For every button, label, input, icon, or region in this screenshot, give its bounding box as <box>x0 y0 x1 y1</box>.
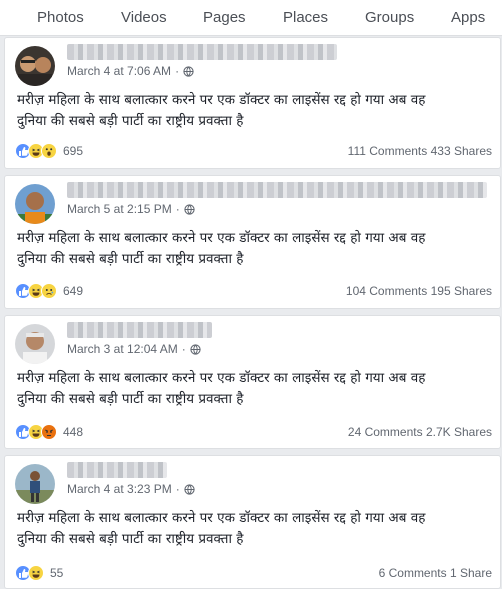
laughing-face-icon <box>28 565 44 581</box>
search-filter-tabs: Photos Videos Pages Places Groups Apps <box>0 0 502 36</box>
tab-pages[interactable]: Pages <box>203 9 246 26</box>
comments-link[interactable]: 6 Comments <box>379 566 447 580</box>
comments-link[interactable]: 104 Comments <box>346 284 427 298</box>
post-card: March 5 at 2:15 PM · मरीज़ महिला के साथ … <box>4 175 501 309</box>
comments-link[interactable]: 111 Comments <box>348 144 428 158</box>
engagement-counts: 104 Comments 195 Shares <box>346 284 492 298</box>
sad-face-icon <box>41 283 57 299</box>
post-card: March 4 at 7:06 AM · मरीज़ महिला के साथ … <box>4 37 501 169</box>
post-meta: March 3 at 12:04 AM · <box>67 342 201 356</box>
post-card: March 3 at 12:04 AM · मरीज़ महिला के साथ… <box>4 315 501 449</box>
post-meta: March 4 at 7:06 AM · <box>67 64 194 78</box>
angry-face-icon <box>41 424 57 440</box>
shares-link[interactable]: 2.7K Shares <box>426 425 492 439</box>
reaction-count[interactable]: 649 <box>63 284 83 298</box>
reaction-summary[interactable]: 448 <box>15 424 83 440</box>
reaction-count[interactable]: 55 <box>50 566 63 580</box>
engagement-counts: 6 Comments 1 Share <box>379 566 492 580</box>
timestamp-link[interactable]: March 3 at 12:04 AM <box>67 342 178 356</box>
shares-link[interactable]: 1 Share <box>450 566 492 580</box>
tab-photos[interactable]: Photos <box>37 9 84 26</box>
avatar[interactable] <box>15 324 55 364</box>
author-name-blurred[interactable] <box>67 44 337 60</box>
tab-groups[interactable]: Groups <box>365 9 414 26</box>
globe-icon[interactable] <box>184 483 195 495</box>
tab-apps[interactable]: Apps <box>451 9 485 26</box>
globe-icon[interactable] <box>190 343 201 355</box>
globe-icon[interactable] <box>183 65 194 77</box>
shares-link[interactable]: 195 Shares <box>431 284 492 298</box>
author-name-blurred[interactable] <box>67 322 212 338</box>
author-name-blurred[interactable] <box>67 462 167 478</box>
post-text: मरीज़ महिला के साथ बलात्कार करने पर एक ड… <box>17 510 426 547</box>
timestamp-link[interactable]: March 4 at 3:23 PM <box>67 482 172 496</box>
avatar[interactable] <box>15 184 55 224</box>
engagement-counts: 24 Comments 2.7K Shares <box>348 425 492 439</box>
reaction-summary[interactable]: 55 <box>15 565 63 581</box>
post-card: March 4 at 3:23 PM · मरीज़ महिला के साथ … <box>4 455 501 589</box>
tab-videos[interactable]: Videos <box>121 9 167 26</box>
timestamp-link[interactable]: March 4 at 7:06 AM <box>67 64 171 78</box>
tab-places[interactable]: Places <box>283 9 328 26</box>
avatar[interactable] <box>15 464 55 504</box>
reaction-summary[interactable]: 695 <box>15 143 83 159</box>
reaction-count[interactable]: 448 <box>63 425 83 439</box>
globe-icon[interactable] <box>184 203 195 215</box>
shares-link[interactable]: 433 Shares <box>431 144 492 158</box>
comments-link[interactable]: 24 Comments <box>348 425 423 439</box>
reaction-summary[interactable]: 649 <box>15 283 83 299</box>
post-meta: March 5 at 2:15 PM · <box>67 202 195 216</box>
post-meta: March 4 at 3:23 PM · <box>67 482 195 496</box>
surprised-face-icon <box>41 143 57 159</box>
post-text: मरीज़ महिला के साथ बलात्कार करने पर एक ड… <box>17 230 426 267</box>
timestamp-link[interactable]: March 5 at 2:15 PM <box>67 202 172 216</box>
engagement-counts: 111 Comments 433 Shares <box>348 144 492 158</box>
author-name-blurred[interactable] <box>67 182 487 198</box>
post-text: मरीज़ महिला के साथ बलात्कार करने पर एक ड… <box>17 370 426 407</box>
post-text: मरीज़ महिला के साथ बलात्कार करने पर एक ड… <box>17 92 426 129</box>
reaction-count[interactable]: 695 <box>63 144 83 158</box>
avatar[interactable] <box>15 46 55 86</box>
